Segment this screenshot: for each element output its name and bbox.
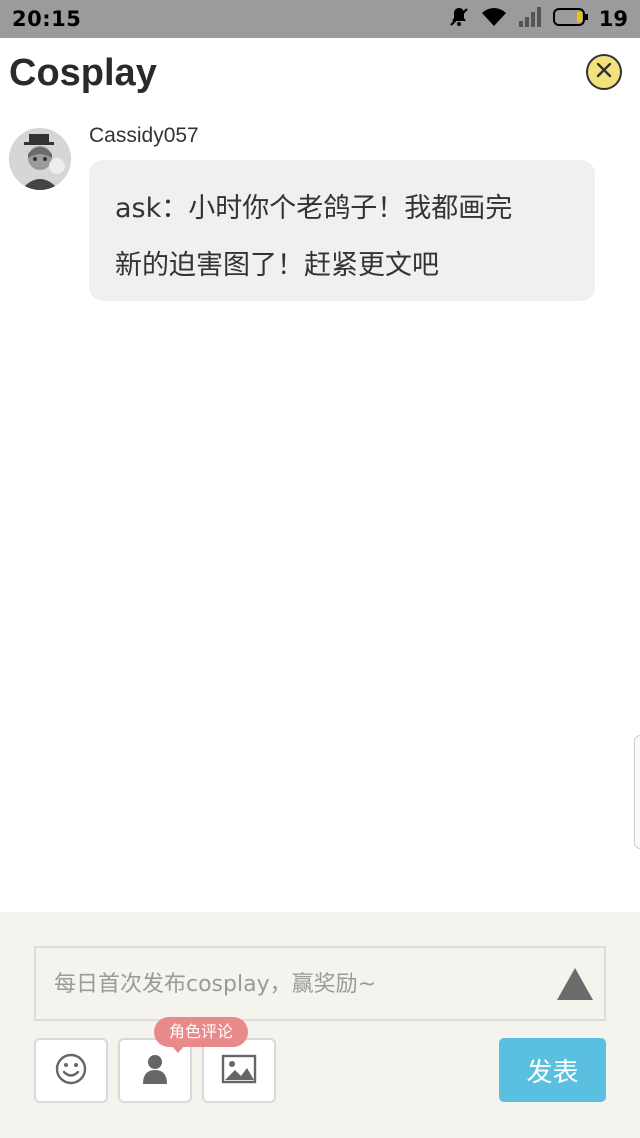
- image-button[interactable]: [202, 1038, 276, 1103]
- emoji-icon: [54, 1052, 88, 1090]
- composer: 角色评论 发表: [0, 912, 640, 1138]
- battery-level: 19: [598, 7, 628, 31]
- header: Cosplay: [0, 38, 640, 116]
- close-button[interactable]: [586, 54, 622, 90]
- status-icons: 19: [447, 5, 628, 33]
- send-button[interactable]: 发表: [499, 1038, 606, 1102]
- avatar-image: [9, 128, 71, 190]
- image-icon: [221, 1054, 257, 1088]
- signal-icon: [517, 6, 543, 32]
- post-username[interactable]: Cassidy057: [89, 124, 199, 148]
- close-circle-icon: [594, 60, 614, 84]
- character-icon: [140, 1053, 170, 1089]
- comment-input[interactable]: [52, 948, 536, 1021]
- muted-bell-icon: [447, 5, 471, 33]
- page-title: Cosplay: [9, 52, 157, 94]
- battery-icon: [552, 7, 589, 31]
- expand-triangle-icon[interactable]: [555, 966, 595, 1002]
- message-line: 新的迫害图了！赶紧更文吧: [115, 250, 439, 281]
- status-time: 20:15: [12, 7, 82, 31]
- message-bubble: ask：小时你个老鸽子！我都画完 新的迫害图了！赶紧更文吧: [89, 160, 595, 301]
- avatar[interactable]: [9, 128, 71, 190]
- comment-input-box: [34, 946, 606, 1021]
- side-drawer-handle[interactable]: [634, 735, 640, 849]
- status-bar: 20:15 19: [0, 0, 640, 38]
- message-line: ask：小时你个老鸽子！我都画完: [115, 193, 513, 224]
- wifi-icon: [481, 6, 507, 32]
- tooltip-tail: [170, 1044, 186, 1053]
- character-comment-tooltip: 角色评论: [154, 1017, 249, 1047]
- emoji-button[interactable]: [34, 1038, 108, 1103]
